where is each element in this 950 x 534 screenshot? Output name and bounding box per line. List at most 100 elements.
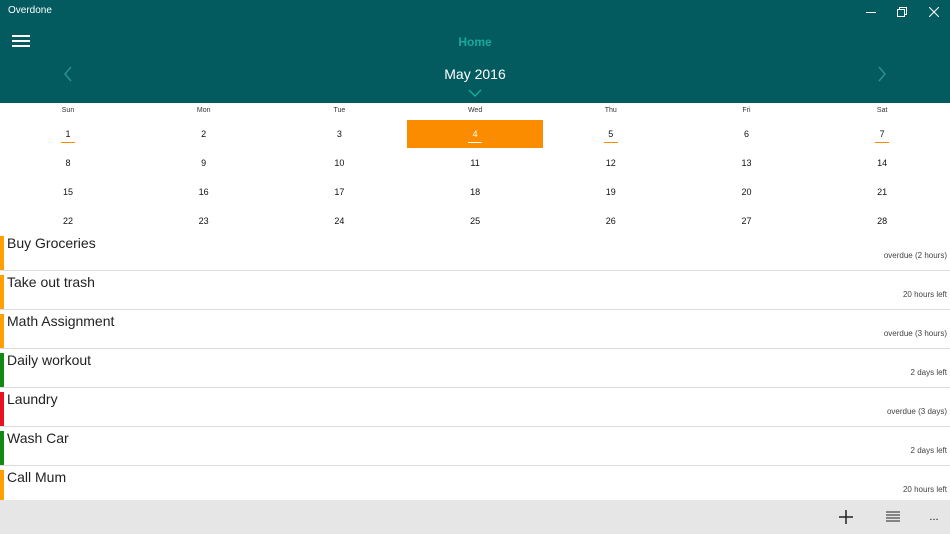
calendar-day-label: 1	[65, 129, 71, 139]
calendar-day[interactable]: 15	[0, 178, 136, 206]
calendar-day[interactable]: 2	[136, 120, 272, 148]
calendar-day[interactable]: 22	[0, 207, 136, 235]
calendar-day-label: 20	[741, 187, 752, 197]
calendar-day[interactable]: 18	[407, 178, 543, 206]
weekday-header: Wed	[467, 107, 483, 114]
list-view-button[interactable]	[883, 507, 903, 527]
calendar-day-label: 26	[605, 216, 616, 226]
task-indicator	[875, 142, 890, 143]
calendar-day[interactable]: 23	[136, 207, 272, 235]
task-name: Call Mum	[7, 469, 67, 485]
task-due: overdue (2 hours)	[883, 251, 947, 260]
calendar-day[interactable]: 1	[0, 120, 136, 148]
calendar-day[interactable]: 24	[271, 207, 407, 235]
priority-bar	[0, 470, 4, 504]
calendar-day-label: 21	[877, 187, 888, 197]
calendar-day-label: 4	[472, 129, 478, 139]
restore-icon	[897, 7, 907, 17]
expand-calendar-button[interactable]	[466, 86, 484, 100]
priority-bar	[0, 314, 4, 348]
task-name: Wash Car	[7, 430, 69, 446]
task-name: Daily workout	[7, 352, 92, 368]
calendar-day[interactable]: 25	[407, 207, 543, 235]
calendar-day-label: 22	[62, 216, 73, 226]
task-item[interactable]: Daily workout 2 days left	[0, 349, 950, 388]
calendar-day[interactable]: 4	[407, 120, 544, 148]
chevron-down-icon	[468, 89, 482, 98]
maximize-button[interactable]	[886, 0, 918, 24]
task-due: overdue (3 hours)	[883, 329, 947, 338]
app-bar: ...	[0, 500, 950, 534]
weekday-header: Sun	[61, 107, 75, 114]
task-name: Take out trash	[7, 274, 95, 290]
minimize-button[interactable]	[855, 0, 887, 24]
calendar-day-label: 7	[879, 129, 885, 139]
weekday-header: Mon	[196, 107, 211, 114]
task-item[interactable]: Laundry overdue (3 days)	[0, 388, 950, 427]
calendar-day-label: 10	[334, 158, 345, 168]
calendar-day[interactable]: 16	[136, 178, 272, 206]
calendar-day[interactable]: 27	[679, 207, 815, 235]
calendar-day-label: 27	[741, 216, 752, 226]
task-item[interactable]: Take out trash 20 hours left	[0, 271, 950, 310]
task-indicator	[603, 142, 618, 143]
add-task-button[interactable]	[836, 507, 856, 527]
calendar-day[interactable]: 14	[814, 149, 950, 177]
calendar-day-label: 25	[470, 216, 481, 226]
calendar-day-label: 2	[201, 129, 207, 139]
header: Home May 2016	[0, 24, 950, 103]
priority-bar	[0, 353, 4, 387]
calendar-day[interactable]: 3	[271, 120, 407, 148]
weekday-header: Thu	[604, 107, 617, 114]
close-icon	[929, 7, 939, 17]
calendar-day[interactable]: 7	[814, 120, 950, 148]
task-name: Laundry	[7, 391, 58, 407]
priority-bar	[0, 275, 4, 309]
more-button[interactable]: ...	[924, 507, 944, 527]
weekday-header: Sat	[876, 107, 888, 114]
next-month-button[interactable]	[872, 64, 892, 84]
calendar-day[interactable]: 9	[136, 149, 272, 177]
task-indicator	[468, 142, 483, 143]
task-item[interactable]: Buy Groceries overdue (2 hours)	[0, 232, 950, 271]
task-due: 2 days left	[910, 368, 947, 377]
close-button[interactable]	[918, 0, 950, 24]
calendar-day[interactable]: 26	[543, 207, 679, 235]
month-label[interactable]: May 2016	[0, 66, 950, 82]
calendar-day[interactable]: 21	[814, 178, 950, 206]
calendar-day[interactable]: 17	[271, 178, 407, 206]
calendar-day-label: 15	[62, 187, 73, 197]
calendar-day[interactable]: 5	[543, 120, 679, 148]
task-indicator	[61, 142, 75, 143]
calendar-day[interactable]: 28	[814, 207, 950, 235]
calendar-day-label: 6	[743, 129, 749, 139]
calendar-day[interactable]: 20	[679, 178, 815, 206]
calendar-day-label: 14	[877, 158, 888, 168]
chevron-right-icon	[878, 66, 886, 82]
calendar-day-label: 23	[198, 216, 209, 226]
calendar-day[interactable]: 19	[543, 178, 679, 206]
task-name: Buy Groceries	[7, 235, 96, 251]
task-due: 20 hours left	[902, 485, 947, 494]
minimize-icon	[866, 12, 876, 13]
calendar-day[interactable]: 8	[0, 149, 136, 177]
task-item[interactable]: Math Assignment overdue (3 hours)	[0, 310, 950, 349]
calendar-day[interactable]: 13	[679, 149, 815, 177]
calendar-day-label: 12	[605, 158, 616, 168]
task-item[interactable]: Wash Car 2 days left	[0, 427, 950, 466]
calendar-day[interactable]: 11	[407, 149, 543, 177]
calendar-day-label: 17	[334, 187, 345, 197]
app-title: Overdone	[8, 5, 52, 16]
calendar-day[interactable]: 12	[543, 149, 679, 177]
calendar-day-label: 18	[470, 187, 481, 197]
calendar-day-label: 24	[334, 216, 345, 226]
calendar-day-label: 5	[608, 129, 614, 139]
list-icon	[886, 511, 900, 522]
priority-bar	[0, 431, 4, 465]
calendar-day[interactable]: 6	[679, 120, 815, 148]
calendar-day-label: 16	[198, 187, 209, 197]
plus-icon	[839, 510, 853, 524]
calendar-day[interactable]: 10	[271, 149, 407, 177]
weekday-header: Tue	[333, 107, 346, 114]
calendar-day-label: 19	[605, 187, 616, 197]
